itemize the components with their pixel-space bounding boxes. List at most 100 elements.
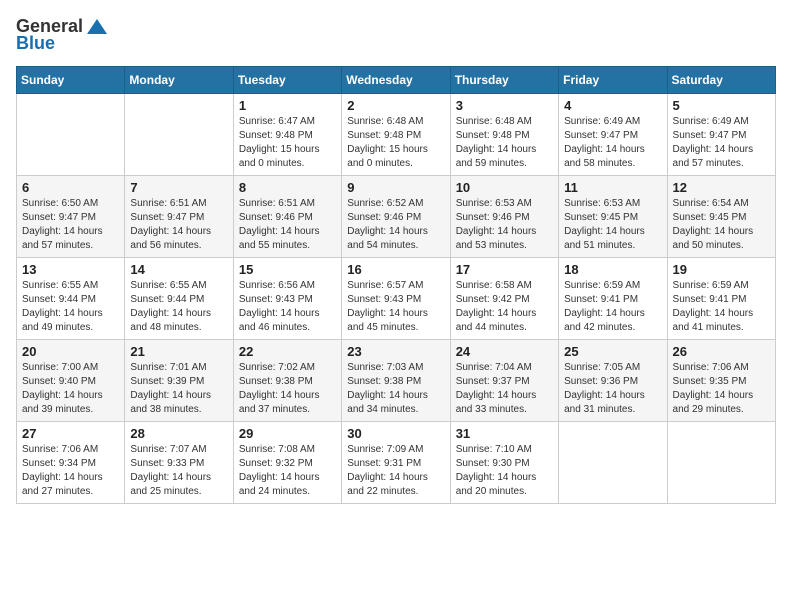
day-cell: 7 Sunrise: 6:51 AM Sunset: 9:47 PM Daylig…: [125, 176, 233, 258]
day-number: 27: [22, 426, 119, 441]
day-cell: 31Sunrise: 7:10 AM Sunset: 9:30 PM Dayli…: [450, 422, 558, 504]
day-info: Sunrise: 7:06 AM Sunset: 9:34 PM Dayligh…: [22, 443, 119, 499]
day-cell: 17 Sunrise: 6:58 AM Sunset: 9:42 PM Dayli…: [450, 258, 558, 340]
day-info: Sunrise: 7:06 AM Sunset: 9:35 PM Dayligh…: [673, 361, 770, 417]
day-info: Sunrise: 6:48 AM Sunset: 9:48 PM Dayligh…: [347, 115, 444, 171]
day-cell: 10 Sunrise: 6:53 AM Sunset: 9:46 PM Dayli…: [450, 176, 558, 258]
day-info: Sunrise: 6:50 AM Sunset: 9:47 PM Dayligh…: [22, 197, 119, 253]
day-cell: 5 Sunrise: 6:49 AM Sunset: 9:47 PM Daylig…: [667, 94, 775, 176]
day-info: Sunrise: 6:49 AM Sunset: 9:47 PM Dayligh…: [673, 115, 770, 171]
day-cell: 8 Sunrise: 6:51 AM Sunset: 9:46 PM Daylig…: [233, 176, 341, 258]
day-cell: 16 Sunrise: 6:57 AM Sunset: 9:43 PM Dayli…: [342, 258, 450, 340]
day-info: Sunrise: 6:51 AM Sunset: 9:46 PM Dayligh…: [239, 197, 336, 253]
day-cell: [125, 94, 233, 176]
day-info: Sunrise: 7:09 AM Sunset: 9:31 PM Dayligh…: [347, 443, 444, 499]
day-number: 12: [673, 180, 770, 195]
day-number: 16: [347, 262, 444, 277]
day-info: Sunrise: 6:49 AM Sunset: 9:47 PM Dayligh…: [564, 115, 661, 171]
day-number: 19: [673, 262, 770, 277]
day-cell: [559, 422, 667, 504]
day-number: 9: [347, 180, 444, 195]
day-number: 17: [456, 262, 553, 277]
day-cell: 27 Sunrise: 7:06 AM Sunset: 9:34 PM Dayli…: [17, 422, 125, 504]
day-cell: 24 Sunrise: 7:04 AM Sunset: 9:37 PM Dayli…: [450, 340, 558, 422]
week-row-1: 1 Sunrise: 6:47 AM Sunset: 9:48 PM Daylig…: [17, 94, 776, 176]
day-cell: 1 Sunrise: 6:47 AM Sunset: 9:48 PM Daylig…: [233, 94, 341, 176]
day-cell: 4 Sunrise: 6:49 AM Sunset: 9:47 PM Daylig…: [559, 94, 667, 176]
day-cell: 3 Sunrise: 6:48 AM Sunset: 9:48 PM Daylig…: [450, 94, 558, 176]
day-cell: 22Sunrise: 7:02 AM Sunset: 9:38 PM Dayli…: [233, 340, 341, 422]
day-cell: 18 Sunrise: 6:59 AM Sunset: 9:41 PM Dayli…: [559, 258, 667, 340]
day-cell: 20 Sunrise: 7:00 AM Sunset: 9:40 PM Dayli…: [17, 340, 125, 422]
day-info: Sunrise: 6:48 AM Sunset: 9:48 PM Dayligh…: [456, 115, 553, 171]
column-header-saturday: Saturday: [667, 67, 775, 94]
day-cell: 21 Sunrise: 7:01 AM Sunset: 9:39 PM Dayli…: [125, 340, 233, 422]
day-cell: [667, 422, 775, 504]
day-number: 24: [456, 344, 553, 359]
day-number: 7: [130, 180, 227, 195]
week-row-2: 6 Sunrise: 6:50 AM Sunset: 9:47 PM Daylig…: [17, 176, 776, 258]
day-cell: 29 Sunrise: 7:08 AM Sunset: 9:32 PM Dayli…: [233, 422, 341, 504]
header-row: SundayMondayTuesdayWednesdayThursdayFrid…: [17, 67, 776, 94]
day-number: 3: [456, 98, 553, 113]
logo: General Blue: [16, 16, 108, 54]
day-info: Sunrise: 6:53 AM Sunset: 9:46 PM Dayligh…: [456, 197, 553, 253]
day-number: 10: [456, 180, 553, 195]
day-number: 21: [130, 344, 227, 359]
calendar-table: SundayMondayTuesdayWednesdayThursdayFrid…: [16, 66, 776, 504]
day-info: Sunrise: 6:53 AM Sunset: 9:45 PM Dayligh…: [564, 197, 661, 253]
day-number: 20: [22, 344, 119, 359]
column-header-tuesday: Tuesday: [233, 67, 341, 94]
day-cell: 9 Sunrise: 6:52 AM Sunset: 9:46 PM Daylig…: [342, 176, 450, 258]
day-info: Sunrise: 6:52 AM Sunset: 9:46 PM Dayligh…: [347, 197, 444, 253]
column-header-thursday: Thursday: [450, 67, 558, 94]
day-info: Sunrise: 7:00 AM Sunset: 9:40 PM Dayligh…: [22, 361, 119, 417]
day-cell: 26 Sunrise: 7:06 AM Sunset: 9:35 PM Dayli…: [667, 340, 775, 422]
day-number: 23: [347, 344, 444, 359]
day-number: 28: [130, 426, 227, 441]
day-number: 29: [239, 426, 336, 441]
day-cell: 11 Sunrise: 6:53 AM Sunset: 9:45 PM Dayli…: [559, 176, 667, 258]
day-info: Sunrise: 6:51 AM Sunset: 9:47 PM Dayligh…: [130, 197, 227, 253]
day-cell: 13Sunrise: 6:55 AM Sunset: 9:44 PM Dayli…: [17, 258, 125, 340]
logo-blue: Blue: [16, 33, 55, 54]
day-info: Sunrise: 7:08 AM Sunset: 9:32 PM Dayligh…: [239, 443, 336, 499]
day-cell: 19 Sunrise: 6:59 AM Sunset: 9:41 PM Dayli…: [667, 258, 775, 340]
day-cell: [17, 94, 125, 176]
day-info: Sunrise: 6:59 AM Sunset: 9:41 PM Dayligh…: [564, 279, 661, 335]
day-info: Sunrise: 6:55 AM Sunset: 9:44 PM Dayligh…: [130, 279, 227, 335]
day-cell: 25Sunrise: 7:05 AM Sunset: 9:36 PM Dayli…: [559, 340, 667, 422]
day-number: 11: [564, 180, 661, 195]
day-number: 6: [22, 180, 119, 195]
day-number: 4: [564, 98, 661, 113]
day-info: Sunrise: 6:47 AM Sunset: 9:48 PM Dayligh…: [239, 115, 336, 171]
day-number: 26: [673, 344, 770, 359]
day-info: Sunrise: 6:59 AM Sunset: 9:41 PM Dayligh…: [673, 279, 770, 335]
day-info: Sunrise: 6:55 AM Sunset: 9:44 PM Dayligh…: [22, 279, 119, 335]
day-info: Sunrise: 6:54 AM Sunset: 9:45 PM Dayligh…: [673, 197, 770, 253]
header: General Blue: [16, 16, 776, 54]
week-row-3: 13Sunrise: 6:55 AM Sunset: 9:44 PM Dayli…: [17, 258, 776, 340]
column-header-sunday: Sunday: [17, 67, 125, 94]
day-info: Sunrise: 7:02 AM Sunset: 9:38 PM Dayligh…: [239, 361, 336, 417]
day-info: Sunrise: 7:01 AM Sunset: 9:39 PM Dayligh…: [130, 361, 227, 417]
day-cell: 23Sunrise: 7:03 AM Sunset: 9:38 PM Dayli…: [342, 340, 450, 422]
day-info: Sunrise: 7:04 AM Sunset: 9:37 PM Dayligh…: [456, 361, 553, 417]
day-number: 1: [239, 98, 336, 113]
day-cell: 2Sunrise: 6:48 AM Sunset: 9:48 PM Daylig…: [342, 94, 450, 176]
day-cell: 28 Sunrise: 7:07 AM Sunset: 9:33 PM Dayli…: [125, 422, 233, 504]
day-info: Sunrise: 6:58 AM Sunset: 9:42 PM Dayligh…: [456, 279, 553, 335]
column-header-wednesday: Wednesday: [342, 67, 450, 94]
day-cell: 14 Sunrise: 6:55 AM Sunset: 9:44 PM Dayli…: [125, 258, 233, 340]
day-cell: 15Sunrise: 6:56 AM Sunset: 9:43 PM Dayli…: [233, 258, 341, 340]
column-header-friday: Friday: [559, 67, 667, 94]
day-number: 25: [564, 344, 661, 359]
day-number: 14: [130, 262, 227, 277]
day-cell: 30Sunrise: 7:09 AM Sunset: 9:31 PM Dayli…: [342, 422, 450, 504]
day-number: 18: [564, 262, 661, 277]
day-info: Sunrise: 6:57 AM Sunset: 9:43 PM Dayligh…: [347, 279, 444, 335]
day-info: Sunrise: 7:10 AM Sunset: 9:30 PM Dayligh…: [456, 443, 553, 499]
day-number: 5: [673, 98, 770, 113]
day-number: 8: [239, 180, 336, 195]
day-info: Sunrise: 7:07 AM Sunset: 9:33 PM Dayligh…: [130, 443, 227, 499]
